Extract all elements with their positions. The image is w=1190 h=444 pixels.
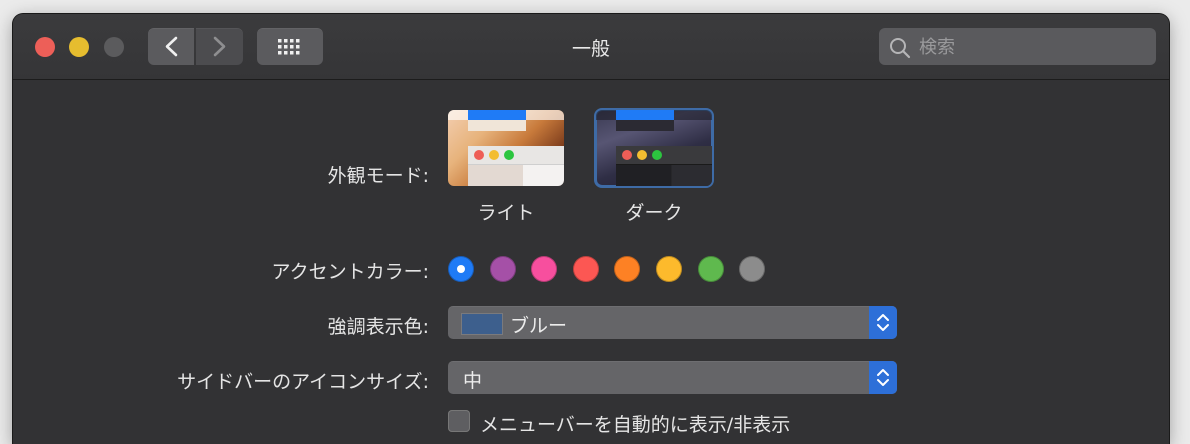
menubar-autohide-label: メニューバーを自動的に表示/非表示 (480, 414, 791, 436)
highlight-color-value: ブルー (510, 315, 568, 337)
search-field[interactable] (879, 28, 1156, 67)
system-preferences-window: 一般 外観モード: ライト ダーク アクセントカラー: 強調表示色: (13, 14, 1169, 444)
popup-arrows (869, 306, 897, 339)
appearance-label: 外観モード: (327, 165, 429, 187)
accent-color-swatch[interactable] (572, 256, 599, 282)
sidebar-icon-size-label: サイドバーのアイコンサイズ: (177, 371, 429, 393)
highlight-color-label: 強調表示色: (327, 316, 429, 338)
accent-color-swatch[interactable] (448, 256, 474, 282)
up-down-chevron-icon (877, 369, 889, 386)
popup-arrows (869, 361, 897, 394)
accent-color-swatch[interactable] (531, 256, 558, 282)
highlight-color-popup[interactable]: ブルー (448, 306, 897, 339)
accent-color-swatch[interactable] (614, 256, 641, 282)
search-input[interactable] (917, 28, 1151, 67)
sidebar-icon-size-popup[interactable]: 中 (448, 361, 897, 394)
sidebar-icon-size-value: 中 (463, 370, 483, 392)
accent-color-swatch[interactable] (739, 256, 766, 282)
accent-color-label: アクセントカラー: (271, 261, 429, 283)
appearance-light-label: ライト (477, 202, 535, 224)
appearance-dark-label: ダーク (625, 202, 683, 224)
appearance-light-option[interactable] (448, 110, 564, 186)
titlebar: 一般 (13, 14, 1169, 80)
accent-color-swatch[interactable] (656, 256, 682, 282)
accent-color-swatch[interactable] (697, 256, 724, 282)
appearance-dark-option[interactable] (594, 108, 714, 188)
accent-color-swatch[interactable] (489, 256, 516, 282)
menubar-autohide-checkbox[interactable] (448, 410, 470, 432)
magnifier-icon (890, 38, 911, 59)
highlight-color-chip (461, 313, 503, 335)
up-down-chevron-icon (877, 314, 889, 331)
